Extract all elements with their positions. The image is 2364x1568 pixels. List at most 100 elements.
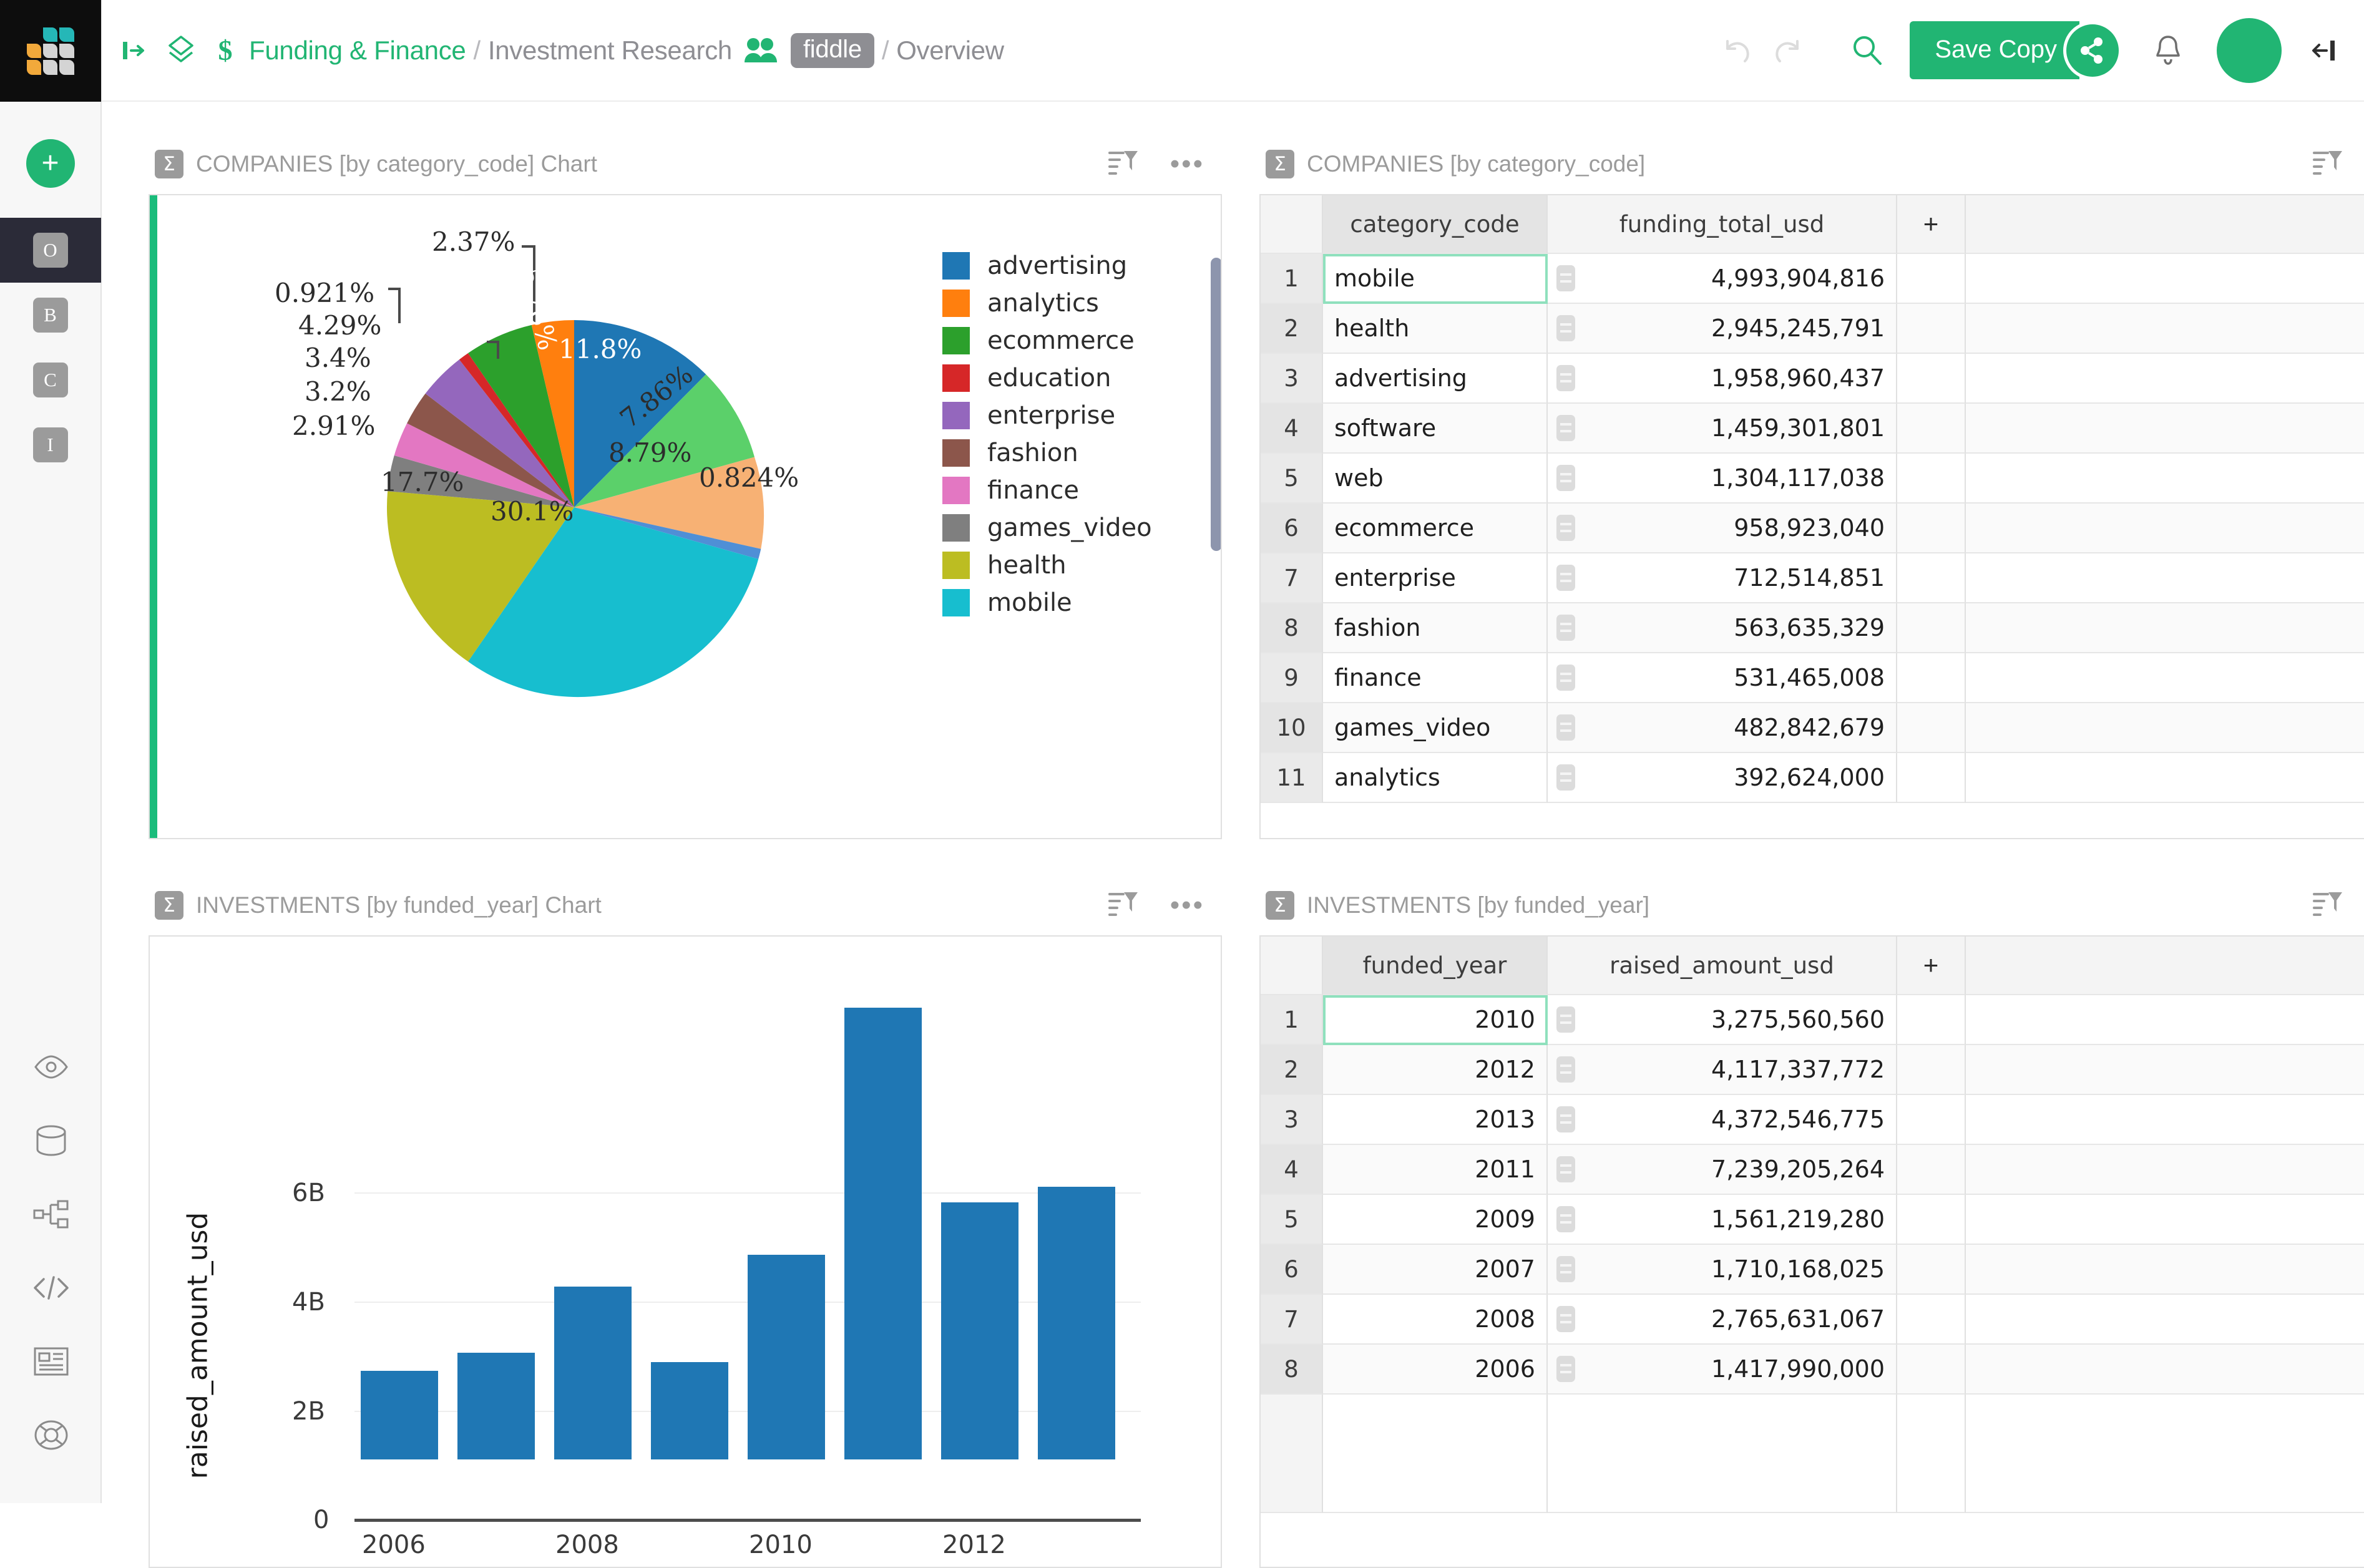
layers-icon[interactable] [164,34,198,67]
cell-raised-amount-usd[interactable]: 1,417,990,000 [1548,1345,1897,1395]
lifebuoy-icon[interactable] [32,1416,71,1454]
cell-category-code[interactable]: fashion [1323,603,1548,653]
table-row[interactable]: 5 web 1,304,117,038 [1261,454,2364,504]
companies-data-grid[interactable]: category_code funding_total_usd + 1 mobi… [1261,195,2364,838]
table-row[interactable]: 3 advertising 1,958,960,437 [1261,354,2364,404]
cell-funding-total-usd[interactable]: 1,459,301,801 [1548,404,1897,454]
legend-item-finance[interactable]: finance [942,476,1217,505]
share-button[interactable] [2063,21,2122,80]
cell-funded-year[interactable]: 2013 [1323,1095,1548,1145]
cell-category-code[interactable]: software [1323,404,1548,454]
filter-icon[interactable] [2312,889,2343,922]
cell-funding-total-usd[interactable]: 482,842,679 [1548,703,1897,753]
cell-funded-year[interactable]: 2006 [1323,1345,1548,1395]
redo-icon[interactable] [1762,23,1817,78]
rail-item-c[interactable]: C [0,348,101,412]
add-column-button[interactable]: + [1897,937,1966,995]
search-icon[interactable] [1840,23,1895,78]
cell-funding-total-usd[interactable]: 4,993,904,816 [1548,254,1897,304]
investments-data-grid[interactable]: funded_year raised_amount_usd + 1 2010 3… [1261,937,2364,1567]
bar-2012[interactable] [941,1202,1018,1459]
breadcrumb-workbook[interactable]: Investment Research [488,36,732,66]
cell-funding-total-usd[interactable]: 392,624,000 [1548,753,1897,803]
column-header-funded-year[interactable]: funded_year [1323,937,1548,995]
cell-raised-amount-usd[interactable]: 4,372,546,775 [1548,1095,1897,1145]
rail-item-o[interactable]: O [0,218,101,283]
legend-item-education[interactable]: education [942,364,1217,392]
table-row[interactable]: 10 games_video 482,842,679 [1261,703,2364,753]
legend-item-games-video[interactable]: games_video [942,514,1217,542]
schema-icon[interactable] [32,1195,71,1234]
bar-2006[interactable] [361,1371,438,1459]
cell-funding-total-usd[interactable]: 958,923,040 [1548,504,1897,553]
cell-funded-year[interactable]: 2011 [1323,1145,1548,1195]
cell-category-code[interactable]: ecommerce [1323,504,1548,553]
table-row[interactable]: 2 health 2,945,245,791 [1261,304,2364,354]
legend-scrollbar[interactable] [1211,258,1222,551]
cell-category-code[interactable]: health [1323,304,1548,354]
cell-category-code[interactable]: analytics [1323,753,1548,803]
cell-raised-amount-usd[interactable]: 4,117,337,772 [1548,1045,1897,1095]
table-row[interactable]: 8 fashion 563,635,329 [1261,603,2364,653]
table-row[interactable]: 2 2012 4,117,337,772 [1261,1045,2364,1095]
collaborator-chip[interactable]: fiddle [791,33,874,68]
legend-item-fashion[interactable]: fashion [942,439,1217,467]
eye-icon[interactable] [32,1048,71,1086]
legend-item-health[interactable]: health [942,551,1217,580]
more-icon[interactable]: ••• [1170,898,1204,912]
app-logo[interactable] [0,0,101,102]
cell-category-code[interactable]: enterprise [1323,553,1548,603]
cell-raised-amount-usd[interactable]: 2,765,631,067 [1548,1295,1897,1345]
pie-chart[interactable]: 11.8% 7.86% 8.79% 0.824% 30.1% 17.7% 2.9… [150,195,1221,838]
table-row[interactable]: 5 2009 1,561,219,280 [1261,1195,2364,1245]
database-icon[interactable] [32,1121,71,1160]
table-row[interactable]: 4 2011 7,239,205,264 [1261,1145,2364,1195]
cell-funded-year[interactable]: 2010 [1323,995,1548,1045]
undo-icon[interactable] [1707,23,1762,78]
table-row[interactable]: 3 2013 4,372,546,775 [1261,1095,2364,1145]
bar-2013[interactable] [1038,1187,1115,1459]
table-row[interactable]: 7 2008 2,765,631,067 [1261,1295,2364,1345]
legend-item-mobile[interactable]: mobile [942,588,1217,617]
bar-2009[interactable] [651,1362,728,1459]
cell-raised-amount-usd[interactable]: 1,561,219,280 [1548,1195,1897,1245]
bar-2010[interactable] [748,1255,825,1459]
cell-funded-year[interactable]: 2007 [1323,1245,1548,1295]
rail-item-i[interactable]: I [0,412,101,477]
table-row[interactable]: 11 analytics 392,624,000 [1261,753,2364,803]
cell-funding-total-usd[interactable]: 1,304,117,038 [1548,454,1897,504]
bell-icon[interactable] [2141,23,2195,78]
bar-chart[interactable]: 0 2B 4B 6B 2006 2008 2010 2012 fun [150,937,1221,1567]
bar-2007[interactable] [457,1353,535,1459]
table-row[interactable]: 8 2006 1,417,990,000 [1261,1345,2364,1395]
table-row[interactable]: 6 ecommerce 958,923,040 [1261,504,2364,553]
panel-expand-icon[interactable] [119,37,147,64]
table-row[interactable]: 4 software 1,459,301,801 [1261,404,2364,454]
cell-funded-year[interactable]: 2008 [1323,1295,1548,1345]
column-header-raised-amount-usd[interactable]: raised_amount_usd [1548,937,1897,995]
legend-item-enterprise[interactable]: enterprise [942,401,1217,430]
column-header-funding-total-usd[interactable]: funding_total_usd [1548,195,1897,254]
more-icon[interactable]: ••• [1170,157,1204,171]
filter-icon[interactable] [1108,148,1139,180]
table-row[interactable]: 6 2007 1,710,168,025 [1261,1245,2364,1295]
cell-category-code[interactable]: web [1323,454,1548,504]
cell-raised-amount-usd[interactable]: 3,275,560,560 [1548,995,1897,1045]
cell-funding-total-usd[interactable]: 531,465,008 [1548,653,1897,703]
legend-item-ecommerce[interactable]: ecommerce [942,326,1217,355]
rail-item-b[interactable]: B [0,283,101,348]
dollar-icon[interactable]: $ [213,34,238,67]
avatar[interactable] [2217,18,2282,83]
cell-category-code[interactable]: finance [1323,653,1548,703]
legend-item-analytics[interactable]: analytics [942,289,1217,318]
cell-raised-amount-usd[interactable]: 7,239,205,264 [1548,1145,1897,1195]
cell-funded-year[interactable]: 2009 [1323,1195,1548,1245]
bar-2011[interactable] [844,1008,922,1459]
cell-funding-total-usd[interactable]: 563,635,329 [1548,603,1897,653]
table-row[interactable]: 1 mobile 4,993,904,816 [1261,254,2364,304]
cell-raised-amount-usd[interactable]: 1,710,168,025 [1548,1245,1897,1295]
legend-item-advertising[interactable]: advertising [942,251,1217,280]
collapse-right-icon[interactable] [2298,26,2348,75]
cell-category-code[interactable]: advertising [1323,354,1548,404]
filter-icon[interactable] [1108,889,1139,922]
